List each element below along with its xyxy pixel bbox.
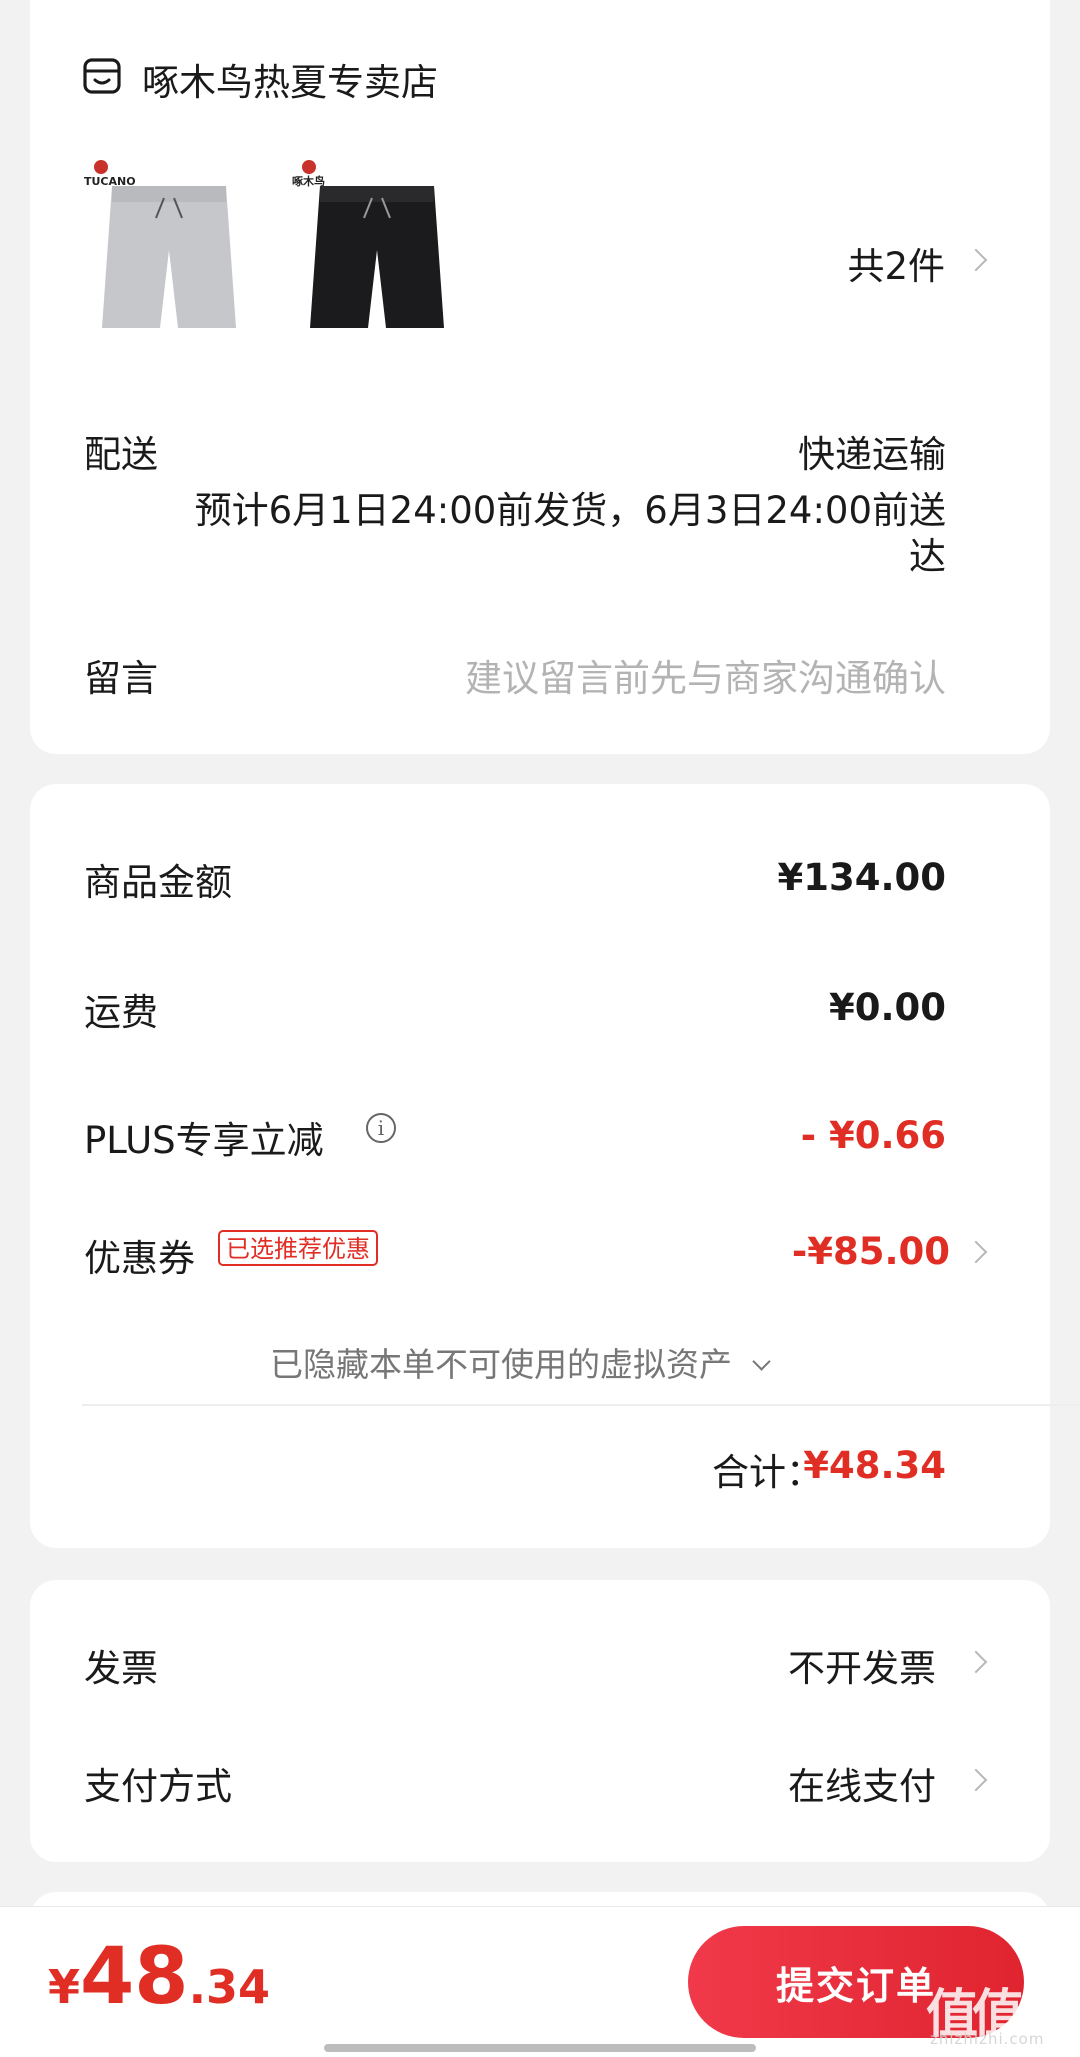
product-image[interactable]: TUCANO [82, 160, 252, 340]
shipping-label: 运费 [84, 991, 158, 1034]
coupon-tag: 已选推荐优惠 [218, 1230, 378, 1266]
hidden-assets-toggle[interactable]: 已隐藏本单不可使用的虚拟资产 [270, 1338, 771, 1386]
product-image[interactable]: 啄木鸟 [290, 160, 460, 340]
bottom-total-price: ¥48.34 [48, 1932, 270, 2022]
plus-discount-value: - ¥0.66 [800, 1114, 946, 1157]
shorts-image [310, 186, 444, 328]
watermark-site: zhizhizhi.com [930, 2030, 1045, 2048]
shorts-image [102, 186, 236, 328]
message-input[interactable]: 建议留言前先与商家沟通确认 [465, 648, 946, 702]
delivery-estimate-cont: 达 [909, 535, 946, 578]
delivery-label: 配送 [84, 433, 158, 476]
coupon-value[interactable]: -¥85.00 [792, 1230, 950, 1273]
plus-discount-label: PLUS专享立减 [84, 1119, 324, 1162]
price-decimal: .34 [188, 1960, 271, 2014]
delivery-method: 快递运输 [798, 433, 946, 476]
chevron-down-icon [751, 1352, 771, 1371]
payment-value[interactable]: 在线支付 [788, 1756, 936, 1810]
invoice-card [30, 1580, 1050, 1862]
shop-icon [83, 58, 121, 94]
goods-amount-label: 商品金额 [84, 861, 232, 904]
payment-label: 支付方式 [84, 1765, 232, 1808]
store-card [30, 0, 1050, 754]
info-icon[interactable]: i [366, 1113, 396, 1143]
currency-symbol: ¥ [48, 1960, 81, 2014]
divider [82, 1404, 1080, 1406]
coupon-label: 优惠券 [84, 1237, 195, 1280]
hidden-assets-text: 已隐藏本单不可使用的虚拟资产 [270, 1345, 732, 1384]
invoice-label: 发票 [84, 1647, 158, 1690]
goods-amount-value: ¥134.00 [777, 856, 946, 899]
message-label: 留言 [84, 657, 158, 700]
item-count[interactable]: 共2件 [847, 236, 945, 290]
home-indicator [324, 2044, 756, 2052]
price-integer: 48 [80, 1932, 189, 2022]
invoice-value[interactable]: 不开发票 [788, 1638, 936, 1692]
total-value: ¥48.34 [803, 1444, 946, 1487]
delivery-estimate: 预计6月1日24:00前发货，6月3日24:00前送 [194, 489, 946, 532]
shipping-value: ¥0.00 [828, 986, 946, 1029]
store-name[interactable]: 啄木鸟热夏专卖店 [142, 52, 438, 106]
